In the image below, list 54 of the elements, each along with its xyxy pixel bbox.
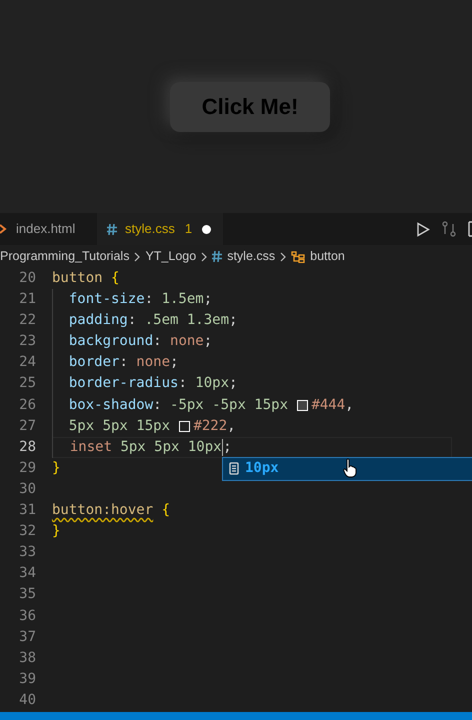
breadcrumb-item[interactable]: YT_Logo [145,247,196,266]
line-number: 28 [18,438,36,457]
line-number: 32 [18,522,36,542]
code-line: padding: .5em 1.3em; [68,311,238,330]
code-line: font-size: 1.5em; [68,290,212,310]
code-line: border-radius: 10px; [68,374,238,394]
code-line: } [52,522,60,542]
line-number: 37 [18,628,36,647]
chevron-icon [134,252,140,262]
problem-count: 1 [184,220,192,238]
hash-icon [107,224,117,234]
code-line: background: none; [68,332,212,352]
hash-icon [212,251,222,262]
line-number: 21 [18,290,36,310]
line-number: 30 [18,480,36,499]
line-number: 39 [18,670,36,689]
split-editor-icon[interactable] [468,221,472,237]
line-number: 27 [18,416,36,436]
hand-cursor-icon [343,458,357,478]
line-number: 33 [18,543,36,562]
line-number: 22 [18,311,36,330]
line-number: 24 [18,353,36,372]
code-line: border: none; [68,353,178,372]
breadcrumb-item[interactable]: button [310,247,345,266]
chevron-icon [201,252,208,262]
color-swatch[interactable] [297,400,308,411]
color-swatch[interactable] [179,420,190,432]
unit-icon [229,462,239,476]
line-number: 26 [18,396,36,415]
code-line: button { [52,269,120,288]
text-cursor [222,438,224,456]
editor-tab[interactable]: style.css 1 [97,213,224,245]
compare-icon[interactable] [442,221,456,237]
line-number: 25 [18,374,36,394]
code-line: button:hover { [52,501,170,520]
line-number: 38 [18,648,36,668]
line-number: 20 [18,269,36,288]
chevron-icon [280,252,286,262]
code-line: 5px 5px 15px #222, [68,416,236,436]
line-number: 36 [18,606,36,626]
line-number: 31 [18,501,36,520]
code-line: box-shadow: -5px -5px 15px #444, [68,396,354,415]
line-number: 35 [18,585,36,604]
suggestion-item[interactable]: 10px [222,456,472,481]
code-icon [0,223,8,235]
line-number: 34 [18,564,36,584]
structure-icon [291,250,306,262]
line-number: 29 [18,458,36,478]
run-icon[interactable] [416,222,430,236]
breadcrumb-item[interactable]: Programming_Tutorials [0,247,130,266]
line-number: 40 [18,690,36,710]
breadcrumb-item[interactable]: style.css [227,247,276,266]
code-line: } [52,458,60,478]
line-number: 23 [18,332,36,352]
